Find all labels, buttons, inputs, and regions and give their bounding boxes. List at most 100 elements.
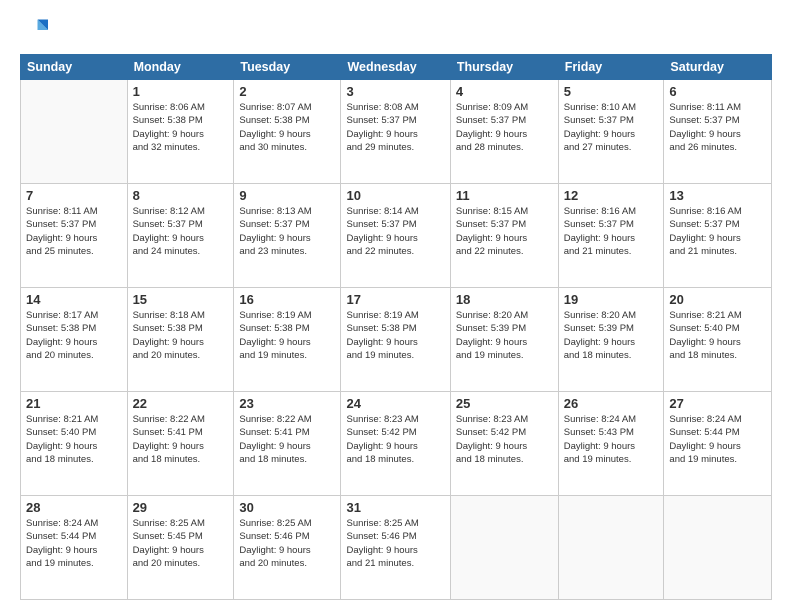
day-info: Sunrise: 8:11 AM Sunset: 5:37 PM Dayligh… [669, 101, 766, 154]
col-header-wednesday: Wednesday [341, 55, 450, 80]
day-cell: 17Sunrise: 8:19 AM Sunset: 5:38 PM Dayli… [341, 288, 450, 392]
logo [20, 16, 52, 44]
week-row-4: 21 Sunrise: 8:21 AM Sunset: 5:40 PM Dayli… [21, 392, 772, 496]
day-info: Sunrise: 8:23 AM Sunset: 5:42 PM Dayligh… [456, 413, 553, 466]
day-cell: 30 Sunrise: 8:25 AM Sunset: 5:46 PM Dayli… [234, 496, 341, 600]
col-header-thursday: Thursday [450, 55, 558, 80]
day-cell: 14 Sunrise: 8:17 AM Sunset: 5:38 PM Dayli… [21, 288, 128, 392]
day-info: Sunrise: 8:17 AM Sunset: 5:38 PM Dayligh… [26, 309, 122, 362]
day-number: 12 [564, 188, 659, 203]
day-info: Sunrise: 8:21 AM Sunset: 5:40 PM Dayligh… [26, 413, 122, 466]
day-number: 31 [346, 500, 444, 515]
day-number: 28 [26, 500, 122, 515]
day-info: Sunrise: 8:14 AM Sunset: 5:37 PM Dayligh… [346, 205, 444, 258]
col-header-sunday: Sunday [21, 55, 128, 80]
day-info: Sunrise: 8:08 AM Sunset: 5:37 PM Dayligh… [346, 101, 444, 154]
day-cell: 21 Sunrise: 8:21 AM Sunset: 5:40 PM Dayli… [21, 392, 128, 496]
col-header-friday: Friday [558, 55, 664, 80]
day-info: Sunrise: 8:25 AM Sunset: 5:46 PM Dayligh… [239, 517, 335, 570]
day-number: 23 [239, 396, 335, 411]
day-number: 22 [133, 396, 229, 411]
col-header-tuesday: Tuesday [234, 55, 341, 80]
logo-icon [20, 16, 48, 44]
week-row-5: 28 Sunrise: 8:24 AM Sunset: 5:44 PM Dayli… [21, 496, 772, 600]
day-number: 5 [564, 84, 659, 99]
day-cell: 23 Sunrise: 8:22 AM Sunset: 5:41 PM Dayli… [234, 392, 341, 496]
day-number: 14 [26, 292, 122, 307]
day-info: Sunrise: 8:11 AM Sunset: 5:37 PM Dayligh… [26, 205, 122, 258]
day-info: Sunrise: 8:24 AM Sunset: 5:43 PM Dayligh… [564, 413, 659, 466]
day-cell: 5 Sunrise: 8:10 AM Sunset: 5:37 PM Daylig… [558, 80, 664, 184]
day-info: Sunrise: 8:09 AM Sunset: 5:37 PM Dayligh… [456, 101, 553, 154]
day-cell: 13 Sunrise: 8:16 AM Sunset: 5:37 PM Dayli… [664, 184, 772, 288]
day-cell: 26Sunrise: 8:24 AM Sunset: 5:43 PM Dayli… [558, 392, 664, 496]
day-info: Sunrise: 8:10 AM Sunset: 5:37 PM Dayligh… [564, 101, 659, 154]
day-number: 4 [456, 84, 553, 99]
day-cell: 19Sunrise: 8:20 AM Sunset: 5:39 PM Dayli… [558, 288, 664, 392]
day-number: 6 [669, 84, 766, 99]
day-cell: 16 Sunrise: 8:19 AM Sunset: 5:38 PM Dayli… [234, 288, 341, 392]
week-row-2: 7 Sunrise: 8:11 AM Sunset: 5:37 PM Daylig… [21, 184, 772, 288]
day-info: Sunrise: 8:22 AM Sunset: 5:41 PM Dayligh… [239, 413, 335, 466]
day-info: Sunrise: 8:25 AM Sunset: 5:46 PM Dayligh… [346, 517, 444, 570]
day-number: 20 [669, 292, 766, 307]
day-info: Sunrise: 8:22 AM Sunset: 5:41 PM Dayligh… [133, 413, 229, 466]
day-cell: 20 Sunrise: 8:21 AM Sunset: 5:40 PM Dayli… [664, 288, 772, 392]
day-number: 25 [456, 396, 553, 411]
day-cell: 15Sunrise: 8:18 AM Sunset: 5:38 PM Dayli… [127, 288, 234, 392]
col-header-saturday: Saturday [664, 55, 772, 80]
day-number: 10 [346, 188, 444, 203]
day-cell: 1Sunrise: 8:06 AM Sunset: 5:38 PM Daylig… [127, 80, 234, 184]
day-cell: 22 Sunrise: 8:22 AM Sunset: 5:41 PM Dayli… [127, 392, 234, 496]
day-cell [664, 496, 772, 600]
day-cell: 27Sunrise: 8:24 AM Sunset: 5:44 PM Dayli… [664, 392, 772, 496]
day-cell [450, 496, 558, 600]
day-info: Sunrise: 8:13 AM Sunset: 5:37 PM Dayligh… [239, 205, 335, 258]
day-number: 16 [239, 292, 335, 307]
day-number: 7 [26, 188, 122, 203]
day-info: Sunrise: 8:15 AM Sunset: 5:37 PM Dayligh… [456, 205, 553, 258]
day-number: 17 [346, 292, 444, 307]
day-number: 21 [26, 396, 122, 411]
day-info: Sunrise: 8:19 AM Sunset: 5:38 PM Dayligh… [239, 309, 335, 362]
day-info: Sunrise: 8:25 AM Sunset: 5:45 PM Dayligh… [133, 517, 229, 570]
day-number: 2 [239, 84, 335, 99]
day-cell: 18 Sunrise: 8:20 AM Sunset: 5:39 PM Dayli… [450, 288, 558, 392]
day-info: Sunrise: 8:20 AM Sunset: 5:39 PM Dayligh… [456, 309, 553, 362]
day-info: Sunrise: 8:16 AM Sunset: 5:37 PM Dayligh… [669, 205, 766, 258]
day-number: 13 [669, 188, 766, 203]
day-number: 30 [239, 500, 335, 515]
day-info: Sunrise: 8:07 AM Sunset: 5:38 PM Dayligh… [239, 101, 335, 154]
header [20, 16, 772, 44]
day-info: Sunrise: 8:24 AM Sunset: 5:44 PM Dayligh… [669, 413, 766, 466]
day-info: Sunrise: 8:24 AM Sunset: 5:44 PM Dayligh… [26, 517, 122, 570]
day-number: 8 [133, 188, 229, 203]
col-header-monday: Monday [127, 55, 234, 80]
day-cell: 10 Sunrise: 8:14 AM Sunset: 5:37 PM Dayli… [341, 184, 450, 288]
day-cell: 11Sunrise: 8:15 AM Sunset: 5:37 PM Dayli… [450, 184, 558, 288]
day-info: Sunrise: 8:16 AM Sunset: 5:37 PM Dayligh… [564, 205, 659, 258]
day-number: 18 [456, 292, 553, 307]
day-cell: 7 Sunrise: 8:11 AM Sunset: 5:37 PM Daylig… [21, 184, 128, 288]
day-cell: 24 Sunrise: 8:23 AM Sunset: 5:42 PM Dayli… [341, 392, 450, 496]
day-cell: 2 Sunrise: 8:07 AM Sunset: 5:38 PM Daylig… [234, 80, 341, 184]
week-row-1: 1Sunrise: 8:06 AM Sunset: 5:38 PM Daylig… [21, 80, 772, 184]
day-cell: 4 Sunrise: 8:09 AM Sunset: 5:37 PM Daylig… [450, 80, 558, 184]
day-info: Sunrise: 8:23 AM Sunset: 5:42 PM Dayligh… [346, 413, 444, 466]
day-cell: 6 Sunrise: 8:11 AM Sunset: 5:37 PM Daylig… [664, 80, 772, 184]
day-number: 3 [346, 84, 444, 99]
day-number: 24 [346, 396, 444, 411]
day-cell: 3 Sunrise: 8:08 AM Sunset: 5:37 PM Daylig… [341, 80, 450, 184]
week-row-3: 14 Sunrise: 8:17 AM Sunset: 5:38 PM Dayli… [21, 288, 772, 392]
day-cell: 9Sunrise: 8:13 AM Sunset: 5:37 PM Daylig… [234, 184, 341, 288]
day-cell: 8 Sunrise: 8:12 AM Sunset: 5:37 PM Daylig… [127, 184, 234, 288]
calendar-table: SundayMondayTuesdayWednesdayThursdayFrid… [20, 54, 772, 600]
calendar-header-row: SundayMondayTuesdayWednesdayThursdayFrid… [21, 55, 772, 80]
day-cell [558, 496, 664, 600]
day-info: Sunrise: 8:18 AM Sunset: 5:38 PM Dayligh… [133, 309, 229, 362]
day-cell: 31 Sunrise: 8:25 AM Sunset: 5:46 PM Dayli… [341, 496, 450, 600]
day-number: 1 [133, 84, 229, 99]
day-info: Sunrise: 8:12 AM Sunset: 5:37 PM Dayligh… [133, 205, 229, 258]
day-info: Sunrise: 8:21 AM Sunset: 5:40 PM Dayligh… [669, 309, 766, 362]
day-cell: 29Sunrise: 8:25 AM Sunset: 5:45 PM Dayli… [127, 496, 234, 600]
